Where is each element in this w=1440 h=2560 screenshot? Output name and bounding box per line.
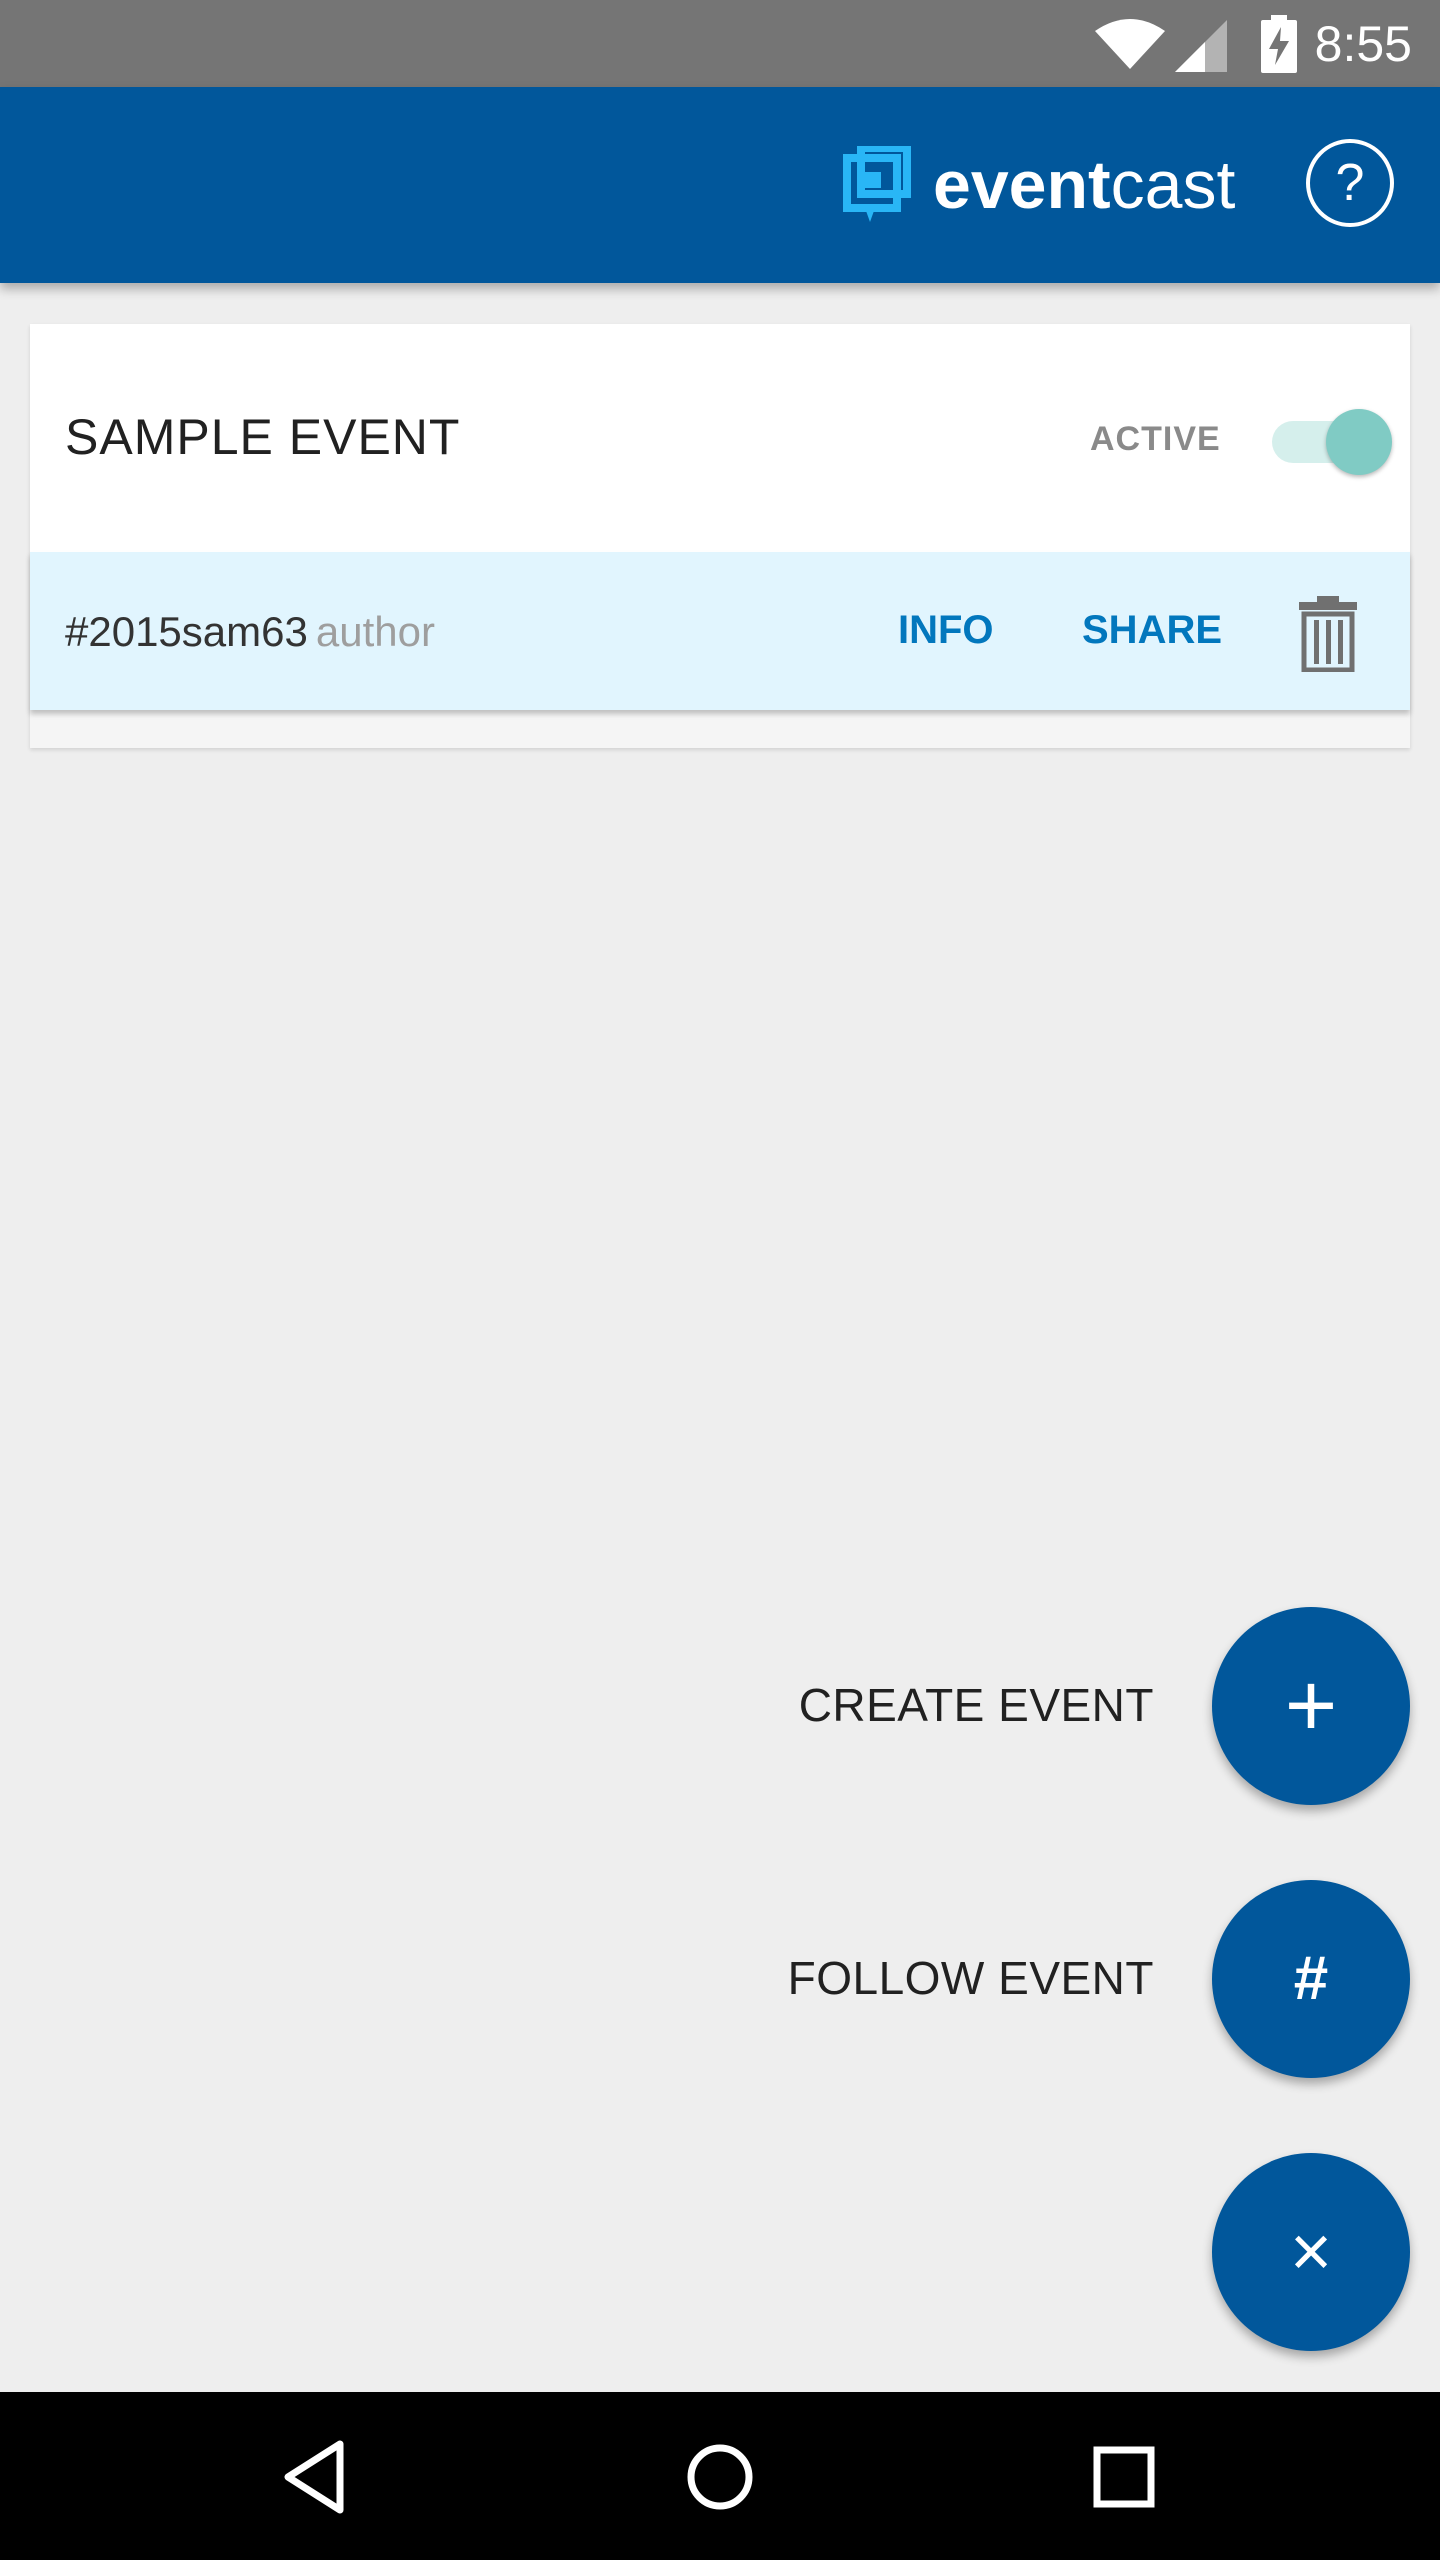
logo-mark-icon: [843, 146, 911, 222]
active-toggle[interactable]: [1242, 400, 1402, 480]
follow-event-label[interactable]: FOLLOW EVENT: [754, 1951, 1154, 2005]
follow-event-button[interactable]: #: [1212, 1880, 1410, 2078]
event-card: SAMPLE EVENT ACTIVE #2015sam63 author INF…: [30, 324, 1410, 748]
event-code: #2015sam63 author: [65, 608, 435, 656]
event-hashtag: #2015sam63: [65, 608, 308, 655]
logo-text-light: cast: [1110, 147, 1236, 223]
event-row: #2015sam63 author INFO SHARE: [30, 552, 1410, 710]
create-event-button[interactable]: +: [1212, 1607, 1410, 1805]
home-icon[interactable]: [675, 2432, 765, 2522]
eventcast-logo: eventcast: [843, 145, 1235, 225]
recents-icon[interactable]: [1079, 2432, 1169, 2522]
battery-charging-icon: [1260, 14, 1297, 73]
help-button[interactable]: ?: [1306, 139, 1394, 227]
app-bar: eventcast ?: [0, 87, 1440, 283]
status-icons: 8:55: [1094, 0, 1440, 87]
signal-icon: [1174, 19, 1227, 72]
event-title: SAMPLE EVENT: [65, 409, 461, 465]
event-role: author: [315, 608, 435, 655]
event-card-header: SAMPLE EVENT ACTIVE: [30, 324, 1410, 552]
plus-icon: +: [1284, 1656, 1338, 1756]
create-event-label[interactable]: CREATE EVENT: [754, 1678, 1154, 1732]
back-icon[interactable]: [272, 2432, 362, 2522]
hashtag-icon: #: [1293, 1944, 1329, 2013]
close-fab-menu-button[interactable]: ×: [1212, 2153, 1410, 2351]
wifi-icon: [1094, 18, 1165, 69]
trash-icon[interactable]: [1297, 596, 1359, 672]
status-time: 8:55: [1314, 15, 1412, 72]
toggle-thumb: [1326, 409, 1392, 475]
logo-text: eventcast: [933, 151, 1235, 219]
close-icon: ×: [1289, 2212, 1333, 2292]
active-label: ACTIVE: [1090, 420, 1221, 458]
info-button[interactable]: INFO: [898, 608, 994, 653]
share-button[interactable]: SHARE: [1082, 608, 1222, 653]
navigation-bar: [0, 2392, 1440, 2560]
status-bar: 8:55: [0, 0, 1440, 87]
help-icon: ?: [1335, 154, 1365, 212]
logo-text-bold: event: [933, 147, 1111, 223]
